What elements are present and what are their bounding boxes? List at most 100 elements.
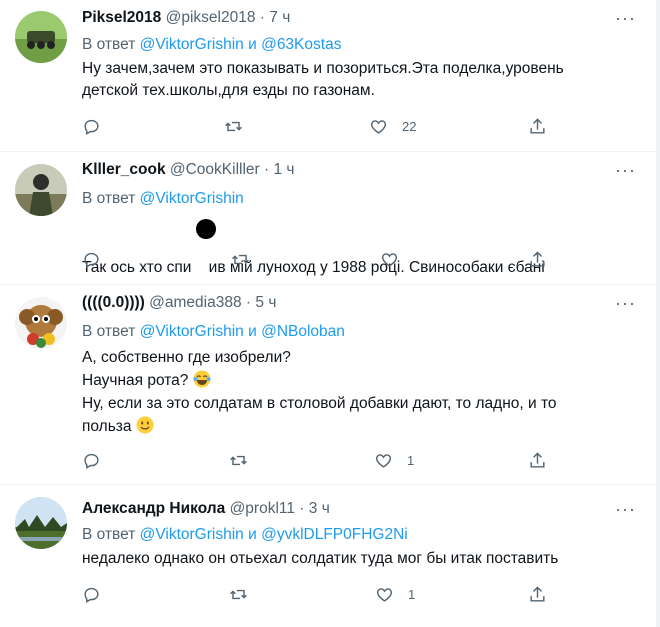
avatar[interactable] xyxy=(15,164,67,216)
cursor-dot xyxy=(196,219,216,239)
like-icon xyxy=(375,453,392,468)
like-button[interactable]: 22 xyxy=(369,116,416,136)
user-handle[interactable]: @amedia388 xyxy=(149,294,241,311)
mention-conj: и xyxy=(248,323,257,340)
reply-context: В ответ @ViktorGrishin xyxy=(82,190,244,208)
timeline-border xyxy=(656,0,660,627)
separator-dot: · xyxy=(245,294,252,311)
like-count: 1 xyxy=(408,586,416,602)
mention-link[interactable]: @ViktorGrishin xyxy=(140,323,244,340)
tweet-4[interactable]: Александр Никола @prokl11 · 3 ч ··· В от… xyxy=(0,485,656,627)
tweet-text-line: А, собственно где изобрели? xyxy=(82,349,291,366)
share-icon xyxy=(530,585,545,602)
tweet-1[interactable]: Piksel2018 @piksel2018 · 7 ч ··· В ответ… xyxy=(0,0,656,152)
mention-link[interactable]: @ViktorGrishin xyxy=(140,190,244,207)
user-handle[interactable]: @prokl11 xyxy=(230,500,295,517)
like-count: 1 xyxy=(407,452,415,468)
action-bar: 1 xyxy=(82,450,562,470)
display-name[interactable]: Piksel2018 xyxy=(82,9,161,26)
timestamp[interactable]: 7 ч xyxy=(269,9,290,26)
tweet-text-line: польза xyxy=(82,415,622,438)
mention-link[interactable]: @yvklDLFP0FHG2Ni xyxy=(261,526,408,543)
display-name[interactable]: Klller_cook xyxy=(82,161,166,178)
more-icon[interactable]: ··· xyxy=(615,293,636,314)
reply-context: В ответ @ViktorGrishin и @yvklDLFP0FHG2N… xyxy=(82,526,408,544)
share-button[interactable] xyxy=(528,249,547,269)
timestamp[interactable]: 5 ч xyxy=(255,294,276,311)
action-bar xyxy=(82,249,562,269)
like-icon xyxy=(381,252,398,267)
tweet-text-fragment: Научная рота? xyxy=(82,372,189,389)
separator-dot: · xyxy=(264,161,270,178)
reply-button[interactable] xyxy=(82,116,101,136)
laughing-tears-emoji-icon xyxy=(193,370,211,388)
share-button[interactable] xyxy=(528,116,547,136)
tweet-header: Klller_cook @CookKilller · 1 ч xyxy=(82,161,295,179)
reply-icon xyxy=(84,587,99,603)
timestamp[interactable]: 1 ч xyxy=(274,161,295,178)
reply-prefix: В ответ xyxy=(82,36,136,53)
share-button[interactable] xyxy=(528,584,547,604)
like-count: 22 xyxy=(402,118,417,134)
action-bar: 1 xyxy=(82,584,562,604)
share-button[interactable] xyxy=(528,450,547,470)
retweet-button[interactable] xyxy=(229,450,248,470)
like-button[interactable]: 1 xyxy=(374,450,414,470)
tweet-text: Ну зачем,зачем это показывать и позорить… xyxy=(82,58,622,102)
reply-prefix: В ответ xyxy=(82,323,136,340)
avatar[interactable] xyxy=(15,11,67,63)
retweet-icon xyxy=(230,455,247,465)
tweet-text-line: Научная рота? xyxy=(82,369,622,392)
reply-button[interactable] xyxy=(82,450,101,470)
user-handle[interactable]: @piksel2018 xyxy=(166,9,256,26)
reply-context: В ответ @ViktorGrishin и @NBoloban xyxy=(82,323,345,341)
user-handle[interactable]: @CookKilller xyxy=(170,161,260,178)
reply-icon xyxy=(84,453,99,469)
tweet-text-line: детской тех.школы,для езды по газонам. xyxy=(82,82,375,99)
tweet-3[interactable]: ((((0.0)))) @amedia388 · 5 ч ··· В ответ… xyxy=(0,285,656,485)
more-icon[interactable]: ··· xyxy=(615,160,636,181)
like-icon xyxy=(376,587,393,602)
reply-prefix: В ответ xyxy=(82,190,136,207)
tweet-text-fragment: польза xyxy=(82,418,132,435)
retweet-button[interactable] xyxy=(231,249,250,269)
avatar[interactable] xyxy=(15,497,67,549)
tweet-2[interactable]: Klller_cook @CookKilller · 1 ч ··· В отв… xyxy=(0,152,656,285)
mention-link[interactable]: @ViktorGrishin xyxy=(140,526,244,543)
like-button[interactable] xyxy=(380,249,399,269)
reply-icon xyxy=(84,119,99,135)
timestamp[interactable]: 3 ч xyxy=(309,500,330,517)
tweet-text-line: недалеко однако он отьехал солдатик туда… xyxy=(82,550,559,567)
mention-link[interactable]: @NBoloban xyxy=(261,323,345,340)
mention-link[interactable]: @63Kostas xyxy=(261,36,341,53)
retweet-icon xyxy=(232,254,249,264)
more-icon[interactable]: ··· xyxy=(615,8,636,29)
tweet-text: А, собственно где изобрели? Научная рота… xyxy=(82,346,622,438)
reply-icon xyxy=(84,252,99,268)
like-icon xyxy=(370,119,387,134)
retweet-icon xyxy=(225,121,242,131)
display-name[interactable]: ((((0.0)))) xyxy=(82,294,145,311)
tweet-text: недалеко однако он отьехал солдатик туда… xyxy=(82,548,622,570)
reply-button[interactable] xyxy=(82,249,101,269)
reply-prefix: В ответ xyxy=(82,526,136,543)
separator-dot: · xyxy=(299,500,305,517)
share-icon xyxy=(530,117,545,134)
reply-button[interactable] xyxy=(82,584,101,604)
retweet-button[interactable] xyxy=(229,584,248,604)
tweet-header: ((((0.0)))) @amedia388 · 5 ч xyxy=(82,294,276,312)
tweet-header: Александр Никола @prokl11 · 3 ч xyxy=(82,500,330,518)
tweet-text-line: Ну зачем,зачем это показывать и позорить… xyxy=(82,60,564,77)
reply-context: В ответ @ViktorGrishin и @63Kostas xyxy=(82,36,341,54)
share-icon xyxy=(530,451,545,468)
mention-conj: и xyxy=(248,526,257,543)
retweet-icon xyxy=(230,589,247,599)
more-icon[interactable]: ··· xyxy=(615,499,636,520)
avatar[interactable] xyxy=(15,297,67,349)
like-button[interactable]: 1 xyxy=(375,584,415,604)
mention-link[interactable]: @ViktorGrishin xyxy=(140,36,244,53)
share-icon xyxy=(530,250,545,267)
display-name[interactable]: Александр Никола xyxy=(82,500,225,517)
retweet-button[interactable] xyxy=(224,116,243,136)
smiling-face-emoji-icon xyxy=(136,416,154,434)
